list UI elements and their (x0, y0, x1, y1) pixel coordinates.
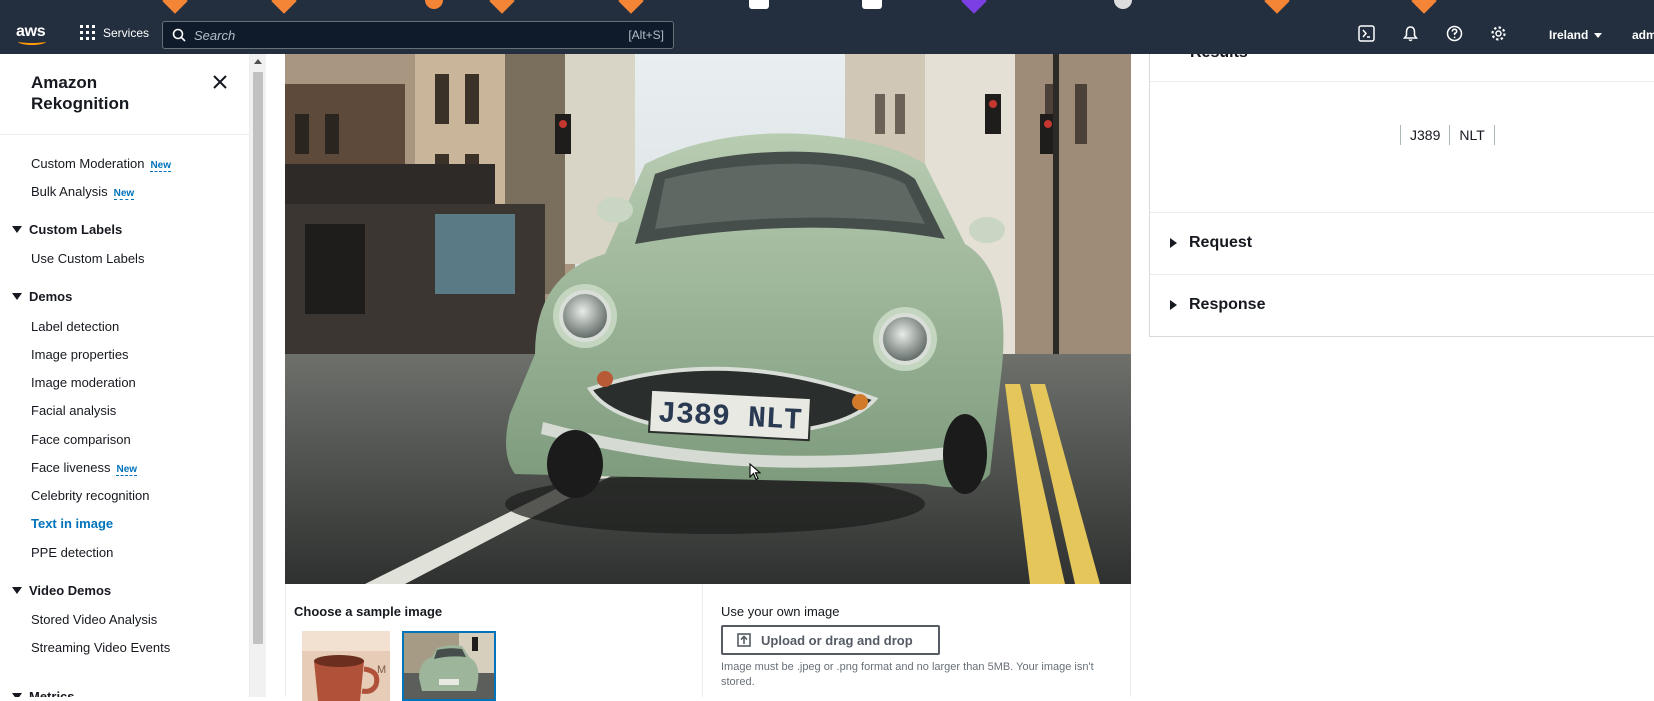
bell-icon[interactable] (1402, 25, 1419, 42)
section-video-demos[interactable]: Video Demos (12, 583, 111, 598)
services-label: Services (103, 25, 150, 40)
sidebar-item-label-detection[interactable]: Label detection (31, 319, 119, 334)
sample-thumbnail-coffee[interactable]: M (302, 631, 390, 701)
bookmarks-bar (0, 0, 1654, 16)
sidebar-item-image-moderation[interactable]: Image moderation (31, 375, 136, 390)
bookmark-icon[interactable] (961, 0, 987, 14)
mouse-cursor-icon (749, 463, 761, 481)
sidebar-item-face-comparison[interactable]: Face comparison (31, 432, 131, 447)
sidebar-item-face-liveness[interactable]: Face liveness New (31, 460, 138, 476)
section-custom-labels[interactable]: Custom Labels (12, 222, 122, 237)
caret-down-icon (12, 587, 22, 594)
bookmark-icon[interactable] (1114, 0, 1132, 9)
sidebar-item-text-in-image[interactable]: Text in image (31, 516, 113, 531)
scroll-thumb[interactable] (253, 72, 263, 644)
caret-down-icon (12, 226, 22, 233)
services-menu-button[interactable]: Services (80, 25, 149, 40)
grid-icon (80, 25, 95, 40)
bookmark-icon[interactable] (618, 0, 644, 14)
sidebar-item-ppe-detection[interactable]: PPE detection (31, 545, 113, 560)
caret-down-icon (12, 693, 22, 697)
sidebar-scrollbar[interactable] (250, 54, 266, 697)
search-bar[interactable]: [Alt+S] (162, 21, 674, 49)
new-badge: New (116, 464, 138, 476)
region-label: Ireland (1549, 28, 1589, 42)
sidebar-item-stored-video-analysis[interactable]: Stored Video Analysis (31, 612, 157, 627)
bookmark-icon[interactable] (1264, 0, 1290, 14)
top-navigation: aws Services [Alt+S] (0, 16, 1654, 54)
request-label: Request (1189, 234, 1253, 251)
results-title: Results (1190, 54, 1248, 62)
panel-divider (702, 584, 703, 697)
gear-icon[interactable] (1490, 25, 1507, 42)
own-image-label: Use your own image (721, 604, 840, 619)
image-selection-panel: Choose a sample image M Use your own ima… (285, 584, 1131, 701)
sidebar-title: Amazon Rekognition (31, 73, 130, 113)
sidebar-item-custom-moderation[interactable]: Custom Moderation New (31, 156, 172, 172)
new-badge: New (150, 160, 172, 172)
car-thumbnail-image (404, 633, 494, 699)
car-photo: J389 NLT (285, 54, 1131, 584)
close-icon[interactable] (213, 75, 227, 89)
detected-word[interactable]: NLT (1449, 125, 1495, 145)
sidebar-item-image-properties[interactable]: Image properties (31, 347, 129, 362)
detected-words: J389 NLT (1400, 125, 1495, 145)
bookmark-icon[interactable] (749, 0, 769, 9)
caret-down-icon (12, 293, 22, 300)
detected-word[interactable]: J389 (1400, 125, 1449, 145)
aws-smile-icon (18, 38, 46, 45)
new-badge: New (113, 188, 135, 200)
sidebar-item-bulk-analysis[interactable]: Bulk Analysis New (31, 184, 135, 200)
bookmark-icon[interactable] (862, 0, 882, 9)
coffee-thumbnail-image: M (302, 631, 390, 701)
aws-logo[interactable]: aws (16, 23, 50, 47)
section-demos[interactable]: Demos (12, 289, 72, 304)
section-metrics[interactable]: Metrics (12, 689, 75, 697)
caret-right-icon (1170, 238, 1177, 248)
header-icons (1358, 25, 1507, 42)
sidebar-item-celebrity-recognition[interactable]: Celebrity recognition (31, 488, 150, 503)
bookmark-icon[interactable] (271, 0, 297, 14)
region-selector[interactable]: Ireland (1549, 28, 1603, 42)
caret-down-icon (1594, 32, 1603, 38)
bookmark-icon[interactable] (1411, 0, 1437, 14)
help-icon[interactable] (1446, 25, 1463, 42)
sample-thumbnail-car[interactable] (402, 631, 496, 701)
sample-image-label: Choose a sample image (294, 604, 443, 619)
analyzed-image: J389 NLT (285, 54, 1131, 584)
upload-icon (737, 633, 751, 647)
caret-right-icon (1170, 300, 1177, 310)
sidebar-item-use-custom-labels[interactable]: Use Custom Labels (31, 251, 144, 266)
svg-text:M: M (377, 664, 386, 676)
account-menu[interactable]: adm (1632, 28, 1654, 42)
results-panel: Results J389 NLT Request Response (1149, 54, 1654, 337)
search-input[interactable] (194, 27, 629, 43)
bookmark-icon[interactable] (162, 0, 188, 14)
sidebar-item-facial-analysis[interactable]: Facial analysis (31, 403, 116, 418)
cloudshell-icon[interactable] (1358, 25, 1375, 42)
upload-requirements-note: Image must be .jpeg or .png format and n… (721, 661, 1094, 688)
sidebar-item-streaming-video-events[interactable]: Streaming Video Events (31, 640, 170, 655)
bookmark-icon[interactable] (489, 0, 515, 14)
response-expander[interactable]: Response (1150, 274, 1654, 335)
sidebar-header: Amazon Rekognition (0, 54, 249, 135)
search-shortcut-hint: [Alt+S] (628, 28, 664, 42)
search-icon (172, 28, 186, 42)
sidebar: Amazon Rekognition Custom Moderation New … (0, 54, 250, 697)
request-expander[interactable]: Request (1150, 212, 1654, 273)
response-label: Response (1189, 296, 1266, 313)
upload-button[interactable]: Upload or drag and drop (721, 625, 940, 655)
results-header: Results (1150, 54, 1654, 82)
bookmark-icon[interactable] (425, 0, 443, 9)
scroll-up-arrow-icon[interactable] (254, 59, 262, 64)
upload-button-label: Upload or drag and drop (761, 632, 913, 648)
